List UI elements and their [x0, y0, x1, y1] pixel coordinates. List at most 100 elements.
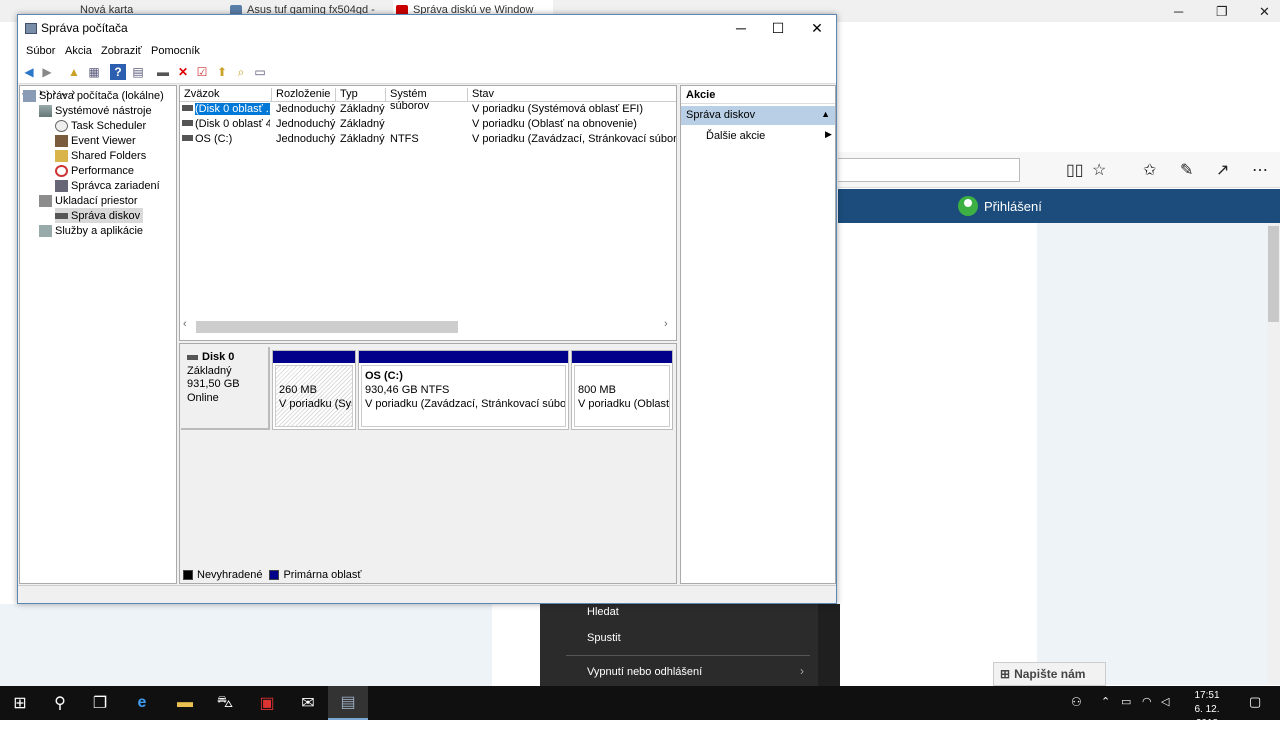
- partition-os[interactable]: OS (C:) 930,46 GB NTFS V poriadku (Zavád…: [358, 350, 569, 430]
- chevron-right-icon: ›: [800, 664, 804, 678]
- cell-type: Základný: [340, 103, 385, 115]
- tree-item-event-viewer[interactable]: Event Viewer: [55, 133, 136, 148]
- properties-icon[interactable]: ☑: [194, 64, 210, 80]
- list-view-icon[interactable]: ▭: [252, 64, 268, 80]
- pen-icon[interactable]: ✎: [1180, 160, 1193, 180]
- back-icon[interactable]: ◀: [21, 64, 37, 80]
- actions-header: Akcie: [681, 86, 835, 104]
- volume-icon[interactable]: ◁: [1161, 695, 1169, 708]
- partition-efi[interactable]: 260 MB V poriadku (Syst: [272, 350, 356, 430]
- partition-title: OS (C:): [365, 370, 403, 382]
- show-hide-tree-icon[interactable]: ▦: [86, 64, 102, 80]
- scroll-thumb[interactable]: [1268, 226, 1279, 322]
- search-icon[interactable]: ⌕: [233, 64, 249, 80]
- open-icon[interactable]: ⬆: [214, 64, 230, 80]
- delete-icon[interactable]: ✕: [175, 64, 191, 80]
- column-header-volume[interactable]: Zväzok: [180, 88, 272, 102]
- column-header-status[interactable]: Stav: [468, 88, 676, 102]
- column-header-type[interactable]: Typ: [336, 88, 386, 102]
- tree-item-services[interactable]: Služby a aplikácie: [39, 223, 143, 238]
- tree-item-device-manager[interactable]: Správca zariadení: [55, 178, 160, 193]
- browser-address-bar: ▯▯ ☆ ✩ ✎ ↗ ⋯: [838, 152, 1280, 188]
- people-icon[interactable]: ⚇: [1071, 695, 1082, 709]
- tree-item-system-tools[interactable]: Systémové nástroje: [39, 103, 152, 118]
- mail-icon[interactable]: ✉: [288, 686, 328, 720]
- minimize-icon[interactable]: ─: [1174, 4, 1183, 19]
- table-row[interactable]: OS (C:) Jednoduchý Základný NTFS V poria…: [180, 132, 676, 147]
- actions-section-disk-management[interactable]: Správa diskov ▲: [681, 106, 835, 125]
- edge-icon[interactable]: e: [122, 686, 162, 720]
- chat-button[interactable]: ⊞ Napište nám: [993, 662, 1106, 686]
- disk-graphical-view: Disk 0 Základný 931,50 GB Online 260 MB …: [179, 343, 677, 584]
- cell-layout: Jednoduchý: [276, 118, 336, 130]
- menu-view[interactable]: Zobraziť: [101, 45, 142, 57]
- connect-drive-icon[interactable]: ▬: [155, 64, 171, 80]
- tree-item-storage[interactable]: Ukladací priestor: [39, 193, 138, 208]
- tree-label: Služby a aplikácie: [55, 224, 144, 237]
- section-label: Správa diskov: [686, 109, 756, 121]
- disk-info[interactable]: Disk 0 Základný 931,50 GB Online: [181, 347, 270, 430]
- device-manager-icon: [55, 179, 68, 192]
- notifications-icon[interactable]: ▢: [1249, 694, 1261, 710]
- task-view-icon[interactable]: ❐: [80, 686, 120, 720]
- store-icon[interactable]: ⛍: [205, 686, 245, 720]
- chevron-up-icon[interactable]: ⌃: [1101, 695, 1110, 708]
- horizontal-scrollbar[interactable]: ‹ ›: [180, 318, 676, 333]
- wifi-icon[interactable]: ◠: [1142, 695, 1152, 708]
- table-row[interactable]: (Disk 0 oblasť ... Jednoduchý Základný V…: [180, 102, 676, 117]
- more-icon[interactable]: ⋯: [1252, 160, 1268, 180]
- partition-bar: [359, 351, 568, 363]
- tree-item-disk-management[interactable]: Správa diskov: [55, 208, 144, 223]
- favorites-list-icon[interactable]: ✩: [1143, 160, 1156, 180]
- partition-status: V poriadku (Zavádzací, Stránkovací súbor…: [365, 398, 566, 410]
- scroll-right-icon[interactable]: ›: [664, 318, 668, 330]
- tree-item-performance[interactable]: Performance: [55, 163, 134, 178]
- computer-management-taskbar-icon[interactable]: ▤: [328, 686, 368, 720]
- legend-swatch-unallocated: [183, 570, 193, 580]
- scroll-thumb[interactable]: [196, 321, 458, 333]
- close-icon[interactable]: ✕: [1259, 4, 1270, 20]
- show-action-pane-icon[interactable]: ▤: [130, 64, 146, 80]
- partition-body: 260 MB V poriadku (Syst: [275, 365, 353, 427]
- battery-icon[interactable]: ▭: [1121, 695, 1131, 708]
- reading-view-icon[interactable]: ▯▯: [1066, 160, 1084, 180]
- menu-help[interactable]: Pomocník: [151, 45, 200, 57]
- tree-item-task-scheduler[interactable]: Task Scheduler: [55, 118, 146, 133]
- file-explorer-icon[interactable]: ▬: [165, 686, 205, 720]
- login-link[interactable]: Přihlášení: [958, 196, 1042, 216]
- column-header-filesystem[interactable]: Systém súborov: [386, 88, 468, 112]
- menu-file[interactable]: Súbor: [26, 45, 55, 57]
- up-folder-icon[interactable]: ▲: [66, 64, 82, 80]
- clock[interactable]: 17:51 6. 12. 2018: [1183, 689, 1231, 731]
- tree-label: Task Scheduler: [71, 119, 147, 132]
- start-run-item[interactable]: Spustit: [587, 632, 621, 644]
- menu-bar: Súbor Akcia Zobraziť Pomocník: [18, 42, 836, 61]
- column-header-layout[interactable]: Rozloženie: [272, 88, 336, 102]
- close-button[interactable]: ✕: [794, 15, 840, 42]
- tree-item-root[interactable]: Správa počítača (lokálne): [23, 88, 164, 103]
- collapse-icon[interactable]: ▲: [821, 109, 830, 119]
- favorite-star-icon[interactable]: ☆: [1092, 160, 1106, 180]
- volume-icon: [182, 105, 193, 111]
- tools-icon: [39, 104, 52, 117]
- gift-app-icon[interactable]: ▣: [247, 686, 287, 720]
- start-power-item[interactable]: Vypnutí nebo odhlášení: [587, 666, 702, 678]
- scroll-left-icon[interactable]: ‹: [183, 318, 187, 330]
- table-row[interactable]: (Disk 0 oblasť 4) Jednoduchý Základný V …: [180, 117, 676, 132]
- action-more-actions[interactable]: Ďalšie akcie: [706, 130, 765, 142]
- search-icon[interactable]: ⚲: [40, 686, 80, 720]
- forward-icon[interactable]: ▶: [39, 64, 55, 80]
- start-search-item[interactable]: Hledat: [587, 606, 619, 618]
- restore-icon[interactable]: ❐: [1216, 4, 1228, 20]
- clock-icon: [55, 119, 68, 132]
- share-icon[interactable]: ↗: [1216, 160, 1229, 180]
- partition-recovery[interactable]: 800 MB V poriadku (Oblasť r: [571, 350, 673, 430]
- clock-date: 6. 12. 2018: [1194, 704, 1220, 729]
- clock-time: 17:51: [1194, 690, 1220, 701]
- tree-item-shared-folders[interactable]: Shared Folders: [55, 148, 146, 163]
- menu-action[interactable]: Akcia: [65, 45, 92, 57]
- address-input[interactable]: [838, 158, 1020, 182]
- help-icon[interactable]: ?: [110, 64, 126, 80]
- windows-start-icon[interactable]: ⊞: [0, 686, 40, 720]
- site-header: Přihlášení: [838, 189, 1280, 223]
